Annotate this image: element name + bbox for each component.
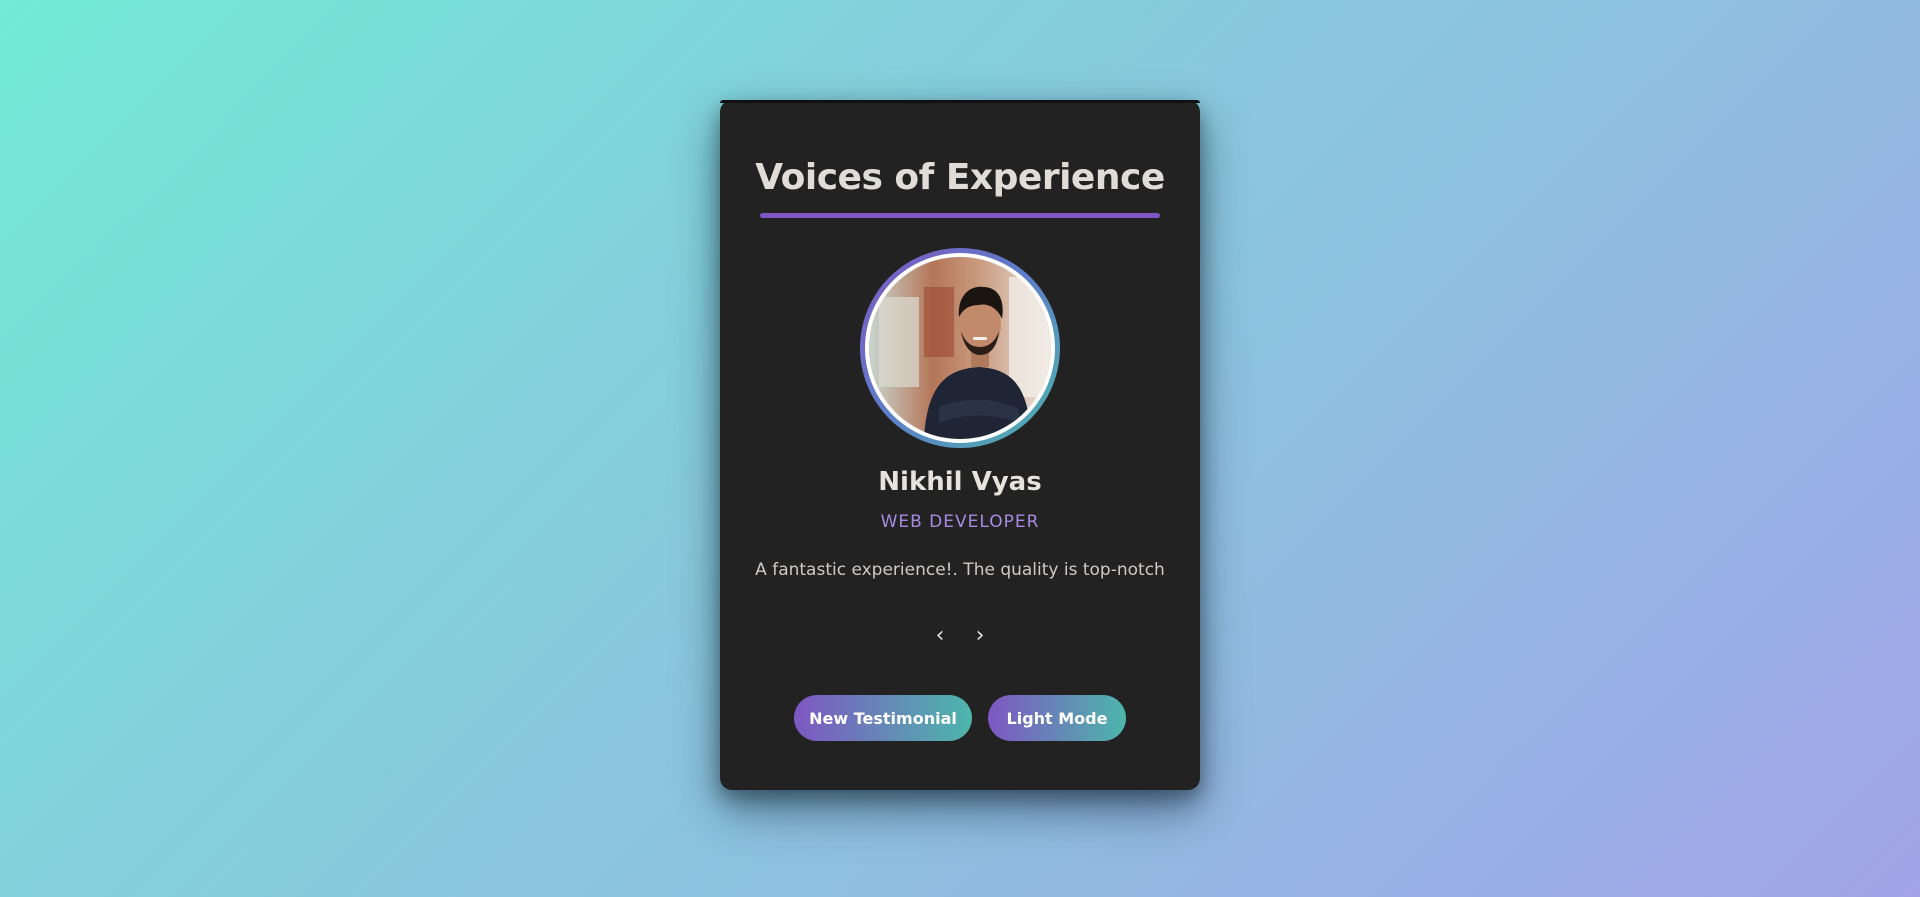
avatar	[869, 257, 1051, 439]
testimonial-quote: A fantastic experience!. The quality is …	[755, 560, 1165, 580]
prev-testimonial-button[interactable]: ‹	[925, 622, 955, 652]
chevron-right-icon: ›	[975, 623, 985, 648]
avatar-frame	[865, 253, 1055, 443]
light-mode-toggle-button[interactable]: Light Mode	[988, 695, 1126, 741]
testimonial-card: Voices of Experience Nikhil Vyas WEB DEV…	[720, 100, 1200, 790]
card-top-border	[720, 100, 1200, 103]
testimonial-role: WEB DEVELOPER	[880, 512, 1040, 532]
card-title: Voices of Experience	[755, 157, 1165, 198]
chevron-left-icon: ‹	[935, 623, 945, 648]
person-photo-icon	[869, 257, 1051, 439]
avatar-ring	[860, 248, 1060, 448]
new-testimonial-button[interactable]: New Testimonial	[794, 695, 972, 741]
testimonial-name: Nikhil Vyas	[878, 467, 1042, 497]
next-testimonial-button[interactable]: ›	[965, 622, 995, 652]
title-underline	[760, 213, 1160, 218]
